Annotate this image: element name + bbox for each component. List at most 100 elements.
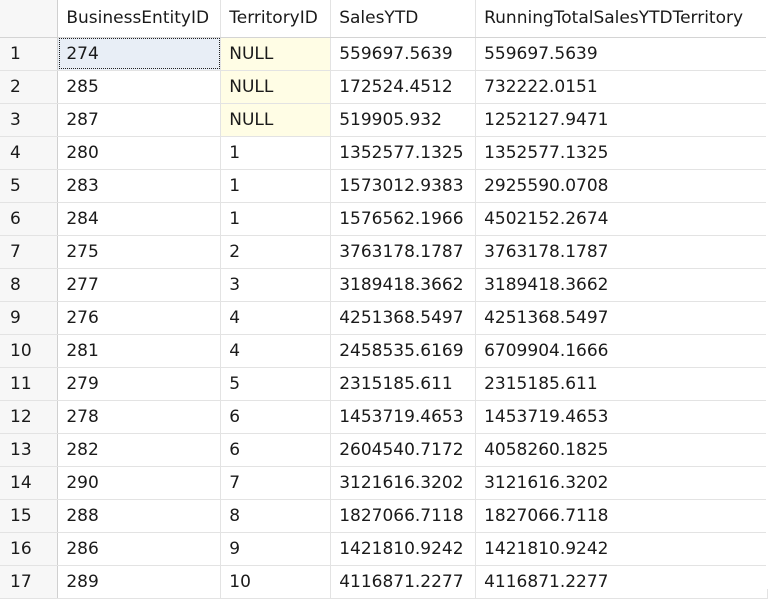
cell-businessentityid[interactable]: 286 bbox=[57, 532, 222, 566]
cell-businessentityid[interactable]: 276 bbox=[57, 301, 222, 335]
cell-businessentityid[interactable]: 282 bbox=[57, 433, 222, 467]
header-row: BusinessEntityID TerritoryID SalesYTD Ru… bbox=[0, 0, 768, 38]
column-header-businessentityid[interactable]: BusinessEntityID bbox=[57, 0, 222, 38]
cell-runningtotalsalesytdterritory[interactable]: 1252127.9471 bbox=[475, 103, 768, 137]
cell-territoryid[interactable]: NULL bbox=[220, 70, 332, 104]
cell-runningtotalsalesytdterritory[interactable]: 4251368.5497 bbox=[475, 301, 768, 335]
cell-salesytd[interactable]: 1576562.1966 bbox=[330, 202, 477, 236]
cell-runningtotalsalesytdterritory[interactable]: 2315185.611 bbox=[475, 367, 768, 401]
column-header-territoryid[interactable]: TerritoryID bbox=[220, 0, 332, 38]
cell-businessentityid[interactable]: 279 bbox=[57, 367, 222, 401]
cell-businessentityid[interactable]: 278 bbox=[57, 400, 222, 434]
table-row: 15 288 8 1827066.7118 1827066.7118 bbox=[0, 499, 768, 533]
cell-territoryid[interactable]: 1 bbox=[220, 136, 332, 170]
cell-businessentityid[interactable]: 274 bbox=[57, 37, 222, 71]
cell-businessentityid[interactable]: 275 bbox=[57, 235, 222, 269]
cell-runningtotalsalesytdterritory[interactable]: 3121616.3202 bbox=[475, 466, 768, 500]
cell-businessentityid[interactable]: 280 bbox=[57, 136, 222, 170]
cell-territoryid[interactable]: 9 bbox=[220, 532, 332, 566]
cell-businessentityid[interactable]: 287 bbox=[57, 103, 222, 137]
cell-salesytd[interactable]: 2604540.7172 bbox=[330, 433, 477, 467]
row-number[interactable]: 12 bbox=[0, 400, 59, 434]
cell-territoryid[interactable]: 7 bbox=[220, 466, 332, 500]
column-header-runningtotalsalesytdterritory[interactable]: RunningTotalSalesYTDTerritory bbox=[475, 0, 768, 38]
row-number[interactable]: 14 bbox=[0, 466, 59, 500]
cell-businessentityid[interactable]: 281 bbox=[57, 334, 222, 368]
cell-runningtotalsalesytdterritory[interactable]: 1421810.9242 bbox=[475, 532, 768, 566]
cell-salesytd[interactable]: 2458535.6169 bbox=[330, 334, 477, 368]
row-number[interactable]: 4 bbox=[0, 136, 59, 170]
table-row: 7 275 2 3763178.1787 3763178.1787 bbox=[0, 235, 768, 269]
cell-territoryid[interactable]: 1 bbox=[220, 169, 332, 203]
cell-territoryid[interactable]: 6 bbox=[220, 400, 332, 434]
cell-runningtotalsalesytdterritory[interactable]: 2925590.0708 bbox=[475, 169, 768, 203]
cell-territoryid[interactable]: 6 bbox=[220, 433, 332, 467]
row-number[interactable]: 10 bbox=[0, 334, 59, 368]
cell-salesytd[interactable]: 3189418.3662 bbox=[330, 268, 477, 302]
cell-runningtotalsalesytdterritory[interactable]: 4502152.2674 bbox=[475, 202, 768, 236]
cell-territoryid[interactable]: 10 bbox=[220, 565, 332, 599]
cell-businessentityid[interactable]: 288 bbox=[57, 499, 222, 533]
cell-runningtotalsalesytdterritory[interactable]: 3189418.3662 bbox=[475, 268, 768, 302]
table-row: 11 279 5 2315185.611 2315185.611 bbox=[0, 367, 768, 401]
cell-salesytd[interactable]: 1573012.9383 bbox=[330, 169, 477, 203]
cell-territoryid[interactable]: NULL bbox=[220, 103, 332, 137]
cell-territoryid[interactable]: 4 bbox=[220, 334, 332, 368]
cell-businessentityid[interactable]: 283 bbox=[57, 169, 222, 203]
cell-territoryid[interactable]: 8 bbox=[220, 499, 332, 533]
row-number[interactable]: 13 bbox=[0, 433, 59, 467]
row-number[interactable]: 3 bbox=[0, 103, 59, 137]
cell-salesytd[interactable]: 4251368.5497 bbox=[330, 301, 477, 335]
cell-businessentityid[interactable]: 289 bbox=[57, 565, 222, 599]
row-number[interactable]: 16 bbox=[0, 532, 59, 566]
cell-businessentityid[interactable]: 277 bbox=[57, 268, 222, 302]
cell-runningtotalsalesytdterritory[interactable]: 732222.0151 bbox=[475, 70, 768, 104]
table-row: 14 290 7 3121616.3202 3121616.3202 bbox=[0, 466, 768, 500]
row-number[interactable]: 7 bbox=[0, 235, 59, 269]
cell-runningtotalsalesytdterritory[interactable]: 1827066.7118 bbox=[475, 499, 768, 533]
cell-salesytd[interactable]: 172524.4512 bbox=[330, 70, 477, 104]
cell-territoryid[interactable]: 3 bbox=[220, 268, 332, 302]
column-header-salesytd[interactable]: SalesYTD bbox=[330, 0, 477, 38]
cell-salesytd[interactable]: 3763178.1787 bbox=[330, 235, 477, 269]
cell-salesytd[interactable]: 3121616.3202 bbox=[330, 466, 477, 500]
select-all-corner[interactable] bbox=[0, 0, 59, 38]
cell-runningtotalsalesytdterritory[interactable]: 3763178.1787 bbox=[475, 235, 768, 269]
cell-salesytd[interactable]: 1421810.9242 bbox=[330, 532, 477, 566]
cell-territoryid[interactable]: 2 bbox=[220, 235, 332, 269]
table-row: 17 289 10 4116871.2277 4116871.2277 bbox=[0, 565, 768, 599]
cell-runningtotalsalesytdterritory[interactable]: 6709904.1666 bbox=[475, 334, 768, 368]
cell-salesytd[interactable]: 1827066.7118 bbox=[330, 499, 477, 533]
cell-territoryid[interactable]: NULL bbox=[220, 37, 332, 71]
cell-territoryid[interactable]: 1 bbox=[220, 202, 332, 236]
cell-salesytd[interactable]: 2315185.611 bbox=[330, 367, 477, 401]
cell-runningtotalsalesytdterritory[interactable]: 4058260.1825 bbox=[475, 433, 768, 467]
cell-businessentityid[interactable]: 284 bbox=[57, 202, 222, 236]
cell-runningtotalsalesytdterritory[interactable]: 559697.5639 bbox=[475, 37, 768, 71]
row-number[interactable]: 6 bbox=[0, 202, 59, 236]
row-number[interactable]: 1 bbox=[0, 37, 59, 71]
cell-runningtotalsalesytdterritory[interactable]: 1352577.1325 bbox=[475, 136, 768, 170]
cell-salesytd[interactable]: 4116871.2277 bbox=[330, 565, 477, 599]
table-row: 8 277 3 3189418.3662 3189418.3662 bbox=[0, 268, 768, 302]
results-body: 1 274 NULL 559697.5639 559697.5639 2 285 NULL 17… bbox=[0, 37, 768, 599]
cell-salesytd[interactable]: 559697.5639 bbox=[330, 37, 477, 71]
row-number[interactable]: 5 bbox=[0, 169, 59, 203]
row-number[interactable]: 8 bbox=[0, 268, 59, 302]
row-number[interactable]: 11 bbox=[0, 367, 59, 401]
cell-runningtotalsalesytdterritory[interactable]: 1453719.4653 bbox=[475, 400, 768, 434]
row-number[interactable]: 15 bbox=[0, 499, 59, 533]
cell-salesytd[interactable]: 1453719.4653 bbox=[330, 400, 477, 434]
row-number[interactable]: 2 bbox=[0, 70, 59, 104]
cell-territoryid[interactable]: 5 bbox=[220, 367, 332, 401]
cell-salesytd[interactable]: 1352577.1325 bbox=[330, 136, 477, 170]
table-row: 13 282 6 2604540.7172 4058260.1825 bbox=[0, 433, 768, 467]
cell-runningtotalsalesytdterritory[interactable]: 4116871.2277 bbox=[475, 565, 768, 599]
row-number[interactable]: 9 bbox=[0, 301, 59, 335]
cell-businessentityid[interactable]: 290 bbox=[57, 466, 222, 500]
cell-territoryid[interactable]: 4 bbox=[220, 301, 332, 335]
cell-businessentityid[interactable]: 285 bbox=[57, 70, 222, 104]
row-number[interactable]: 17 bbox=[0, 565, 59, 599]
cell-salesytd[interactable]: 519905.932 bbox=[330, 103, 477, 137]
results-table: BusinessEntityID TerritoryID SalesYTD Ru… bbox=[0, 0, 768, 599]
